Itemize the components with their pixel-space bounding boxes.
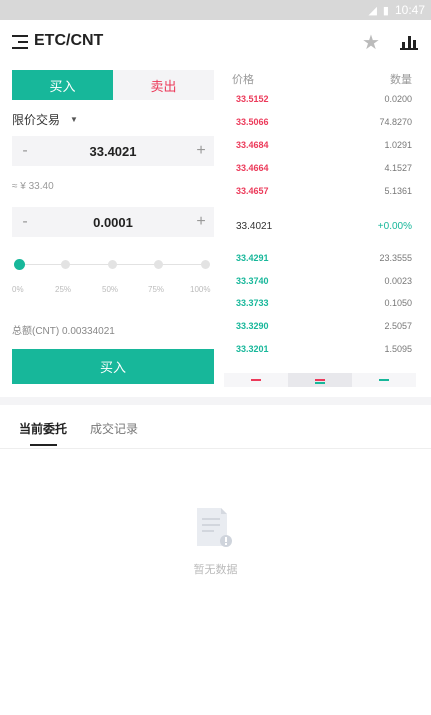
slider-label: 100% xyxy=(190,285,211,294)
slider-handle[interactable] xyxy=(14,259,25,270)
bid-row[interactable]: 33.3740 0.0023 xyxy=(236,276,412,290)
view-bids-button[interactable] xyxy=(352,373,416,387)
price-column-header: 价格 xyxy=(232,74,254,86)
last-price[interactable]: 33.4021 xyxy=(236,221,272,232)
caret-down-icon: ▼ xyxy=(70,115,78,124)
tab-current-orders[interactable]: 当前委托 xyxy=(19,420,67,437)
price-increase-button[interactable]: + xyxy=(188,142,214,160)
slider-label: 50% xyxy=(102,285,119,294)
status-bar: ◢ ▮ 10:47 xyxy=(0,0,431,20)
view-asks-button[interactable] xyxy=(224,373,288,387)
status-time: 10:47 xyxy=(394,3,425,17)
ask-row[interactable]: 33.4664 4.1527 xyxy=(236,163,412,177)
bid-qty: 1.5095 xyxy=(384,344,412,354)
ask-qty: 0.0200 xyxy=(384,94,412,104)
slider-stop[interactable] xyxy=(108,260,117,269)
pair-title[interactable]: ETC/CNT xyxy=(34,32,103,50)
tabs-divider xyxy=(0,448,431,449)
price-input[interactable]: 33.4021 xyxy=(38,144,188,159)
amount-input[interactable]: 0.0001 xyxy=(38,215,188,230)
amount-increase-button[interactable]: + xyxy=(188,213,214,231)
signal-icon: ◢ xyxy=(368,4,377,17)
bid-qty: 23.3555 xyxy=(379,253,412,263)
price-decrease-button[interactable]: - xyxy=(12,142,38,160)
ask-row[interactable]: 33.5066 74.8270 xyxy=(236,117,412,131)
ask-price: 33.5066 xyxy=(236,117,269,127)
bid-row[interactable]: 33.3201 1.5095 xyxy=(236,344,412,358)
ask-qty: 1.0291 xyxy=(384,140,412,150)
menu-icon[interactable] xyxy=(12,35,28,49)
bid-price: 33.4291 xyxy=(236,253,269,263)
bid-row[interactable]: 33.3733 0.1050 xyxy=(236,298,412,312)
slider-stop[interactable] xyxy=(61,260,70,269)
bid-qty: 2.5057 xyxy=(384,321,412,331)
slider-labels: 0% 25% 50% 75% 100% xyxy=(12,285,214,297)
bid-row[interactable]: 33.3290 2.5057 xyxy=(236,321,412,335)
bid-price: 33.3740 xyxy=(236,276,269,286)
approx-value: ≈ ¥ 33.40 xyxy=(12,181,54,192)
amount-stepper: - 0.0001 + xyxy=(12,207,214,237)
slider-label: 0% xyxy=(12,285,24,294)
slider-label: 25% xyxy=(55,285,72,294)
ask-price: 33.5152 xyxy=(236,94,269,104)
slider-label: 75% xyxy=(148,285,165,294)
bid-qty: 0.1050 xyxy=(384,298,412,308)
tab-sell[interactable]: 卖出 xyxy=(113,70,214,100)
bid-price: 33.3733 xyxy=(236,298,269,308)
amount-slider[interactable] xyxy=(14,258,210,272)
view-both-button[interactable] xyxy=(288,373,352,387)
header: ETC/CNT ★ xyxy=(0,20,431,64)
bid-price: 33.3201 xyxy=(236,344,269,354)
order-type-label: 限价交易 xyxy=(12,113,61,127)
ask-price: 33.4664 xyxy=(236,163,269,173)
ask-qty: 4.1527 xyxy=(384,163,412,173)
empty-state-text: 暂无数据 xyxy=(193,564,238,576)
section-divider xyxy=(0,397,431,405)
ask-price: 33.4684 xyxy=(236,140,269,150)
price-stepper: - 33.4021 + xyxy=(12,136,214,166)
bid-qty: 0.0023 xyxy=(384,276,412,286)
tab-buy[interactable]: 买入 xyxy=(12,70,113,100)
amount-decrease-button[interactable]: - xyxy=(12,213,38,231)
total-amount: 总额(CNT) 0.00334021 xyxy=(12,326,115,337)
order-book-view-toggle xyxy=(224,373,416,387)
trade-tabs: 买入 卖出 xyxy=(12,70,214,100)
bar-chart-icon[interactable] xyxy=(400,34,418,50)
tab-trade-history[interactable]: 成交记录 xyxy=(90,420,138,437)
ask-qty: 5.1361 xyxy=(384,186,412,196)
slider-stop[interactable] xyxy=(201,260,210,269)
empty-document-icon xyxy=(193,506,235,550)
order-type-select[interactable]: 限价交易 ▼ xyxy=(12,111,78,128)
active-tab-indicator xyxy=(30,444,57,446)
bid-row[interactable]: 33.4291 23.3555 xyxy=(236,253,412,267)
ask-qty: 74.8270 xyxy=(379,117,412,127)
price-change: +0.00% xyxy=(377,221,412,232)
slider-stop[interactable] xyxy=(154,260,163,269)
ask-row[interactable]: 33.5152 0.0200 xyxy=(236,94,412,108)
ask-price: 33.4657 xyxy=(236,186,269,196)
bid-price: 33.3290 xyxy=(236,321,269,331)
star-icon[interactable]: ★ xyxy=(362,30,380,55)
buy-submit-button[interactable]: 买入 xyxy=(12,349,214,384)
battery-icon: ▮ xyxy=(382,4,389,17)
qty-column-header: 数量 xyxy=(390,74,412,86)
ask-row[interactable]: 33.4684 1.0291 xyxy=(236,140,412,154)
ask-row[interactable]: 33.4657 5.1361 xyxy=(236,186,412,200)
